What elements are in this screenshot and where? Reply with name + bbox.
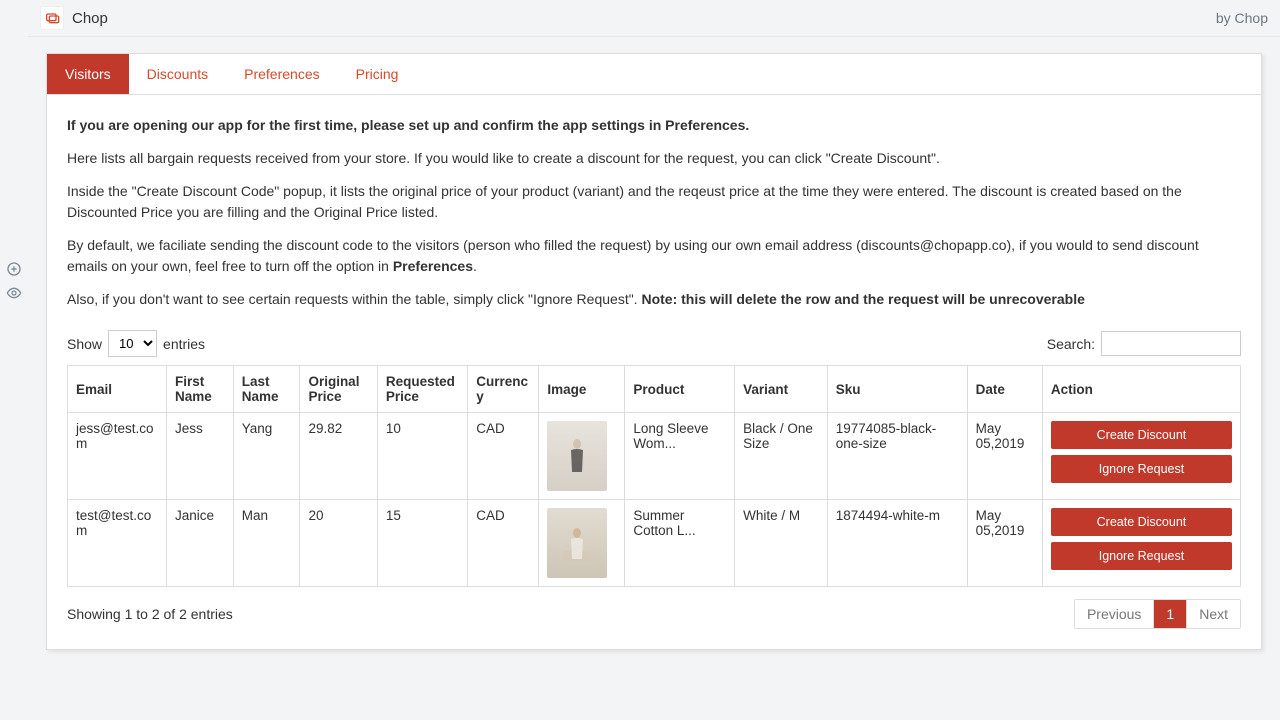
main-panel: Visitors Discounts Preferences Pricing I… [46,53,1262,650]
col-first-name[interactable]: First Name [167,366,234,413]
col-variant[interactable]: Variant [735,366,828,413]
cell-currency: CAD [468,500,539,587]
tab-discounts[interactable]: Discounts [129,54,226,94]
tab-visitors[interactable]: Visitors [47,54,129,94]
ignore-request-button[interactable]: Ignore Request [1051,455,1232,483]
plus-circle-icon[interactable] [5,260,23,278]
product-image-icon [547,421,607,491]
byline: by Chop [1216,10,1268,26]
intro-setup: If you are opening our app for the first… [67,115,1241,136]
entries-label: entries [163,336,205,352]
page-size-select[interactable]: 10 [108,330,157,357]
table-row: test@test.com Janice Man 20 15 CAD [68,500,1241,587]
cell-product: Long Sleeve Wom... [625,413,735,500]
cell-date: May 05,2019 [967,500,1042,587]
cell-requested-price: 15 [377,500,467,587]
tab-preferences[interactable]: Preferences [226,54,337,94]
cell-currency: CAD [468,413,539,500]
col-currency[interactable]: Currency [468,366,539,413]
cell-product: Summer Cotton L... [625,500,735,587]
col-last-name[interactable]: Last Name [233,366,300,413]
cell-requested-price: 10 [377,413,467,500]
search-label: Search: [1047,336,1095,352]
intro-popup: Inside the "Create Discount Code" popup,… [67,181,1241,223]
app-title: Chop [72,10,108,27]
tab-pricing[interactable]: Pricing [338,54,417,94]
col-image[interactable]: Image [539,366,625,413]
cell-date: May 05,2019 [967,413,1042,500]
cell-email: jess@test.com [68,413,167,500]
cell-image [539,500,625,587]
cell-action: Create Discount Ignore Request [1042,500,1240,587]
pagination: Previous 1 Next [1074,599,1241,629]
search-box: Search: [1047,331,1241,356]
col-sku[interactable]: Sku [827,366,967,413]
cell-original-price: 29.82 [300,413,377,500]
page-prev[interactable]: Previous [1075,600,1154,628]
table-header-row: Email First Name Last Name Original Pric… [68,366,1241,413]
cell-original-price: 20 [300,500,377,587]
cell-first-name: Janice [167,500,234,587]
page-next[interactable]: Next [1187,600,1240,628]
cell-image [539,413,625,500]
col-date[interactable]: Date [967,366,1042,413]
cell-variant: White / M [735,500,828,587]
cell-sku: 19774085-black-one-size [827,413,967,500]
cell-sku: 1874494-white-m [827,500,967,587]
create-discount-button[interactable]: Create Discount [1051,421,1232,449]
col-requested-price[interactable]: Requested Price [377,366,467,413]
table-row: jess@test.com Jess Yang 29.82 10 CAD [68,413,1241,500]
product-image-icon [547,508,607,578]
show-entries: Show 10 entries [67,330,205,357]
create-discount-button[interactable]: Create Discount [1051,508,1232,536]
page-1[interactable]: 1 [1154,600,1187,628]
ignore-request-button[interactable]: Ignore Request [1051,542,1232,570]
cell-last-name: Man [233,500,300,587]
cell-action: Create Discount Ignore Request [1042,413,1240,500]
col-email[interactable]: Email [68,366,167,413]
topbar: Chop by Chop [28,0,1280,37]
cell-variant: Black / One Size [735,413,828,500]
col-action[interactable]: Action [1042,366,1240,413]
requests-table: Email First Name Last Name Original Pric… [67,365,1241,587]
eye-icon[interactable] [5,284,23,302]
show-label: Show [67,336,102,352]
cell-last-name: Yang [233,413,300,500]
app-logo-icon [40,6,64,30]
search-input[interactable] [1101,331,1241,356]
intro-default: By default, we faciliate sending the dis… [67,235,1241,277]
intro-listing: Here lists all bargain requests received… [67,148,1241,169]
table-info: Showing 1 to 2 of 2 entries [67,606,233,622]
tabs: Visitors Discounts Preferences Pricing [47,54,1261,95]
left-rail [0,0,28,720]
cell-first-name: Jess [167,413,234,500]
col-product[interactable]: Product [625,366,735,413]
intro-ignore: Also, if you don't want to see certain r… [67,289,1241,310]
col-original-price[interactable]: Original Price [300,366,377,413]
cell-email: test@test.com [68,500,167,587]
